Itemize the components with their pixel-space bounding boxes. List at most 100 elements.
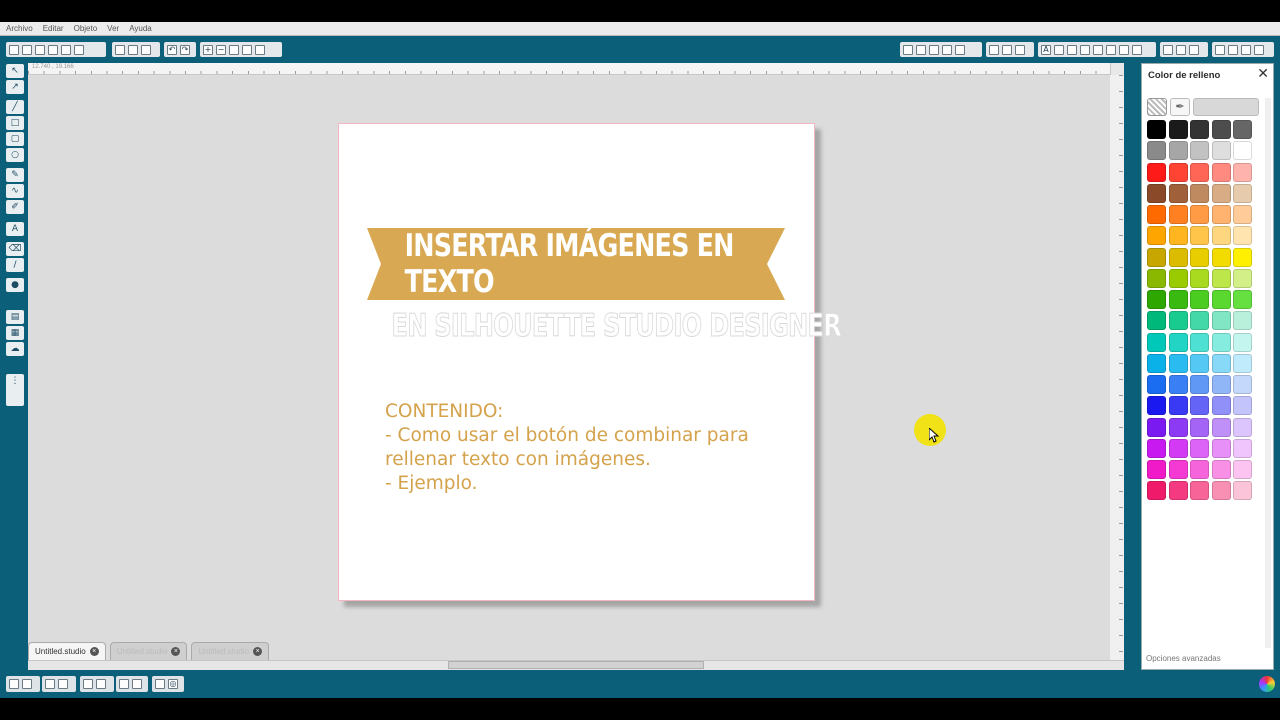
color-swatch[interactable] (1211, 332, 1231, 352)
make-compound-icon[interactable] (83, 679, 93, 689)
color-swatch[interactable] (1233, 162, 1252, 182)
color-swatch[interactable] (1211, 438, 1231, 458)
color-swatch[interactable] (1147, 353, 1166, 373)
send-to-cutter-icon[interactable] (1189, 44, 1199, 55)
color-swatch[interactable] (1168, 141, 1188, 161)
color-swatch[interactable] (1190, 183, 1209, 203)
stretch-icon[interactable] (1241, 44, 1251, 55)
transparent-swatch[interactable] (1147, 98, 1167, 116)
select-all-icon[interactable] (9, 679, 19, 689)
knife-icon[interactable] (1132, 44, 1142, 55)
release-compound-icon[interactable] (96, 679, 106, 689)
color-swatch[interactable] (1233, 290, 1252, 309)
fill-tool-icon[interactable]: ● (6, 278, 24, 292)
save-as-icon[interactable] (48, 44, 58, 55)
color-swatch[interactable] (1190, 417, 1209, 437)
rounded-rect-tool-icon[interactable]: ▢ (6, 132, 24, 146)
cloud-icon[interactable]: ☁ (6, 342, 24, 356)
save-icon[interactable] (35, 44, 45, 55)
color-swatch[interactable] (1233, 332, 1252, 352)
color-swatch[interactable] (1190, 481, 1209, 501)
weld-icon[interactable] (155, 679, 165, 689)
ungroup-icon[interactable] (58, 679, 68, 689)
color-swatch[interactable] (1147, 396, 1166, 416)
color-swatch[interactable] (1147, 247, 1166, 267)
fill-pattern-icon[interactable] (1015, 44, 1025, 55)
open-folder-icon[interactable] (22, 44, 32, 55)
eyedropper-icon[interactable]: ✒ (1170, 98, 1190, 116)
close-tab-icon[interactable]: × (89, 647, 99, 656)
offset-icon[interactable] (1093, 44, 1103, 55)
target-icon[interactable]: ◎ (168, 679, 178, 689)
menu-ayuda[interactable]: Ayuda (129, 24, 152, 33)
zoom-select-icon[interactable] (229, 44, 239, 55)
library-panel-icon[interactable]: ▤ (6, 310, 24, 324)
fill-color-icon[interactable] (942, 44, 952, 55)
duplicate-icon[interactable] (119, 679, 129, 689)
document-tab[interactable]: Untitled.studio × (28, 642, 106, 660)
color-swatch[interactable] (1168, 290, 1188, 309)
group-icon[interactable] (45, 679, 55, 689)
line-tool-icon[interactable]: ╱ (6, 100, 24, 114)
color-swatch[interactable] (1190, 290, 1209, 309)
color-swatch[interactable] (1211, 268, 1231, 288)
modify-icon[interactable] (1080, 44, 1090, 55)
print-icon[interactable] (61, 44, 71, 55)
color-swatch[interactable] (1233, 460, 1252, 479)
sketch-icon[interactable] (1119, 44, 1129, 55)
color-swatch[interactable] (1147, 268, 1166, 288)
color-swatch[interactable] (1147, 226, 1166, 246)
registration-icon[interactable] (929, 44, 939, 55)
color-swatch[interactable] (1168, 162, 1188, 182)
online-store-icon[interactable]: ▦ (6, 326, 24, 340)
color-swatch[interactable] (1168, 353, 1188, 373)
cut-icon[interactable] (141, 44, 151, 55)
close-tab-icon[interactable]: × (253, 647, 263, 656)
color-swatch[interactable] (1233, 438, 1252, 458)
color-swatch[interactable] (1190, 438, 1209, 458)
edit-points-icon[interactable]: ↗ (6, 80, 24, 94)
color-swatch[interactable] (1190, 353, 1209, 373)
zoom-in-icon[interactable]: + (203, 44, 213, 55)
color-swatch[interactable] (1168, 120, 1188, 139)
document-tab[interactable]: Untitled.studio × (191, 642, 270, 660)
freehand-tool-icon[interactable]: ✐ (6, 200, 24, 214)
horizontal-scroll-thumb[interactable] (448, 661, 704, 669)
color-swatch[interactable] (1190, 226, 1209, 246)
layers-icon[interactable] (1254, 44, 1264, 55)
line-color-icon[interactable] (955, 44, 965, 55)
zoom-out-icon[interactable]: − (216, 44, 226, 55)
menu-archivo[interactable]: Archivo (6, 24, 33, 33)
color-swatch[interactable] (1211, 353, 1231, 373)
color-swatch[interactable] (1168, 205, 1188, 224)
text-style-icon[interactable]: A (1041, 44, 1051, 55)
trace-icon[interactable] (1106, 44, 1116, 55)
color-swatch[interactable] (1190, 247, 1209, 267)
panel-toggle-icon[interactable] (1215, 44, 1225, 55)
color-swatch[interactable] (1233, 353, 1252, 373)
color-swatch[interactable] (1147, 205, 1166, 224)
color-swatch[interactable] (1211, 290, 1231, 309)
content-text-block[interactable]: CONTENIDO: - Como usar el botón de combi… (385, 400, 805, 496)
color-swatch[interactable] (1147, 141, 1166, 161)
redo-icon[interactable]: ↷ (180, 44, 190, 55)
transform-icon[interactable] (1054, 44, 1064, 55)
color-swatch[interactable] (1233, 226, 1252, 246)
color-swatch[interactable] (1147, 311, 1166, 331)
color-swatch[interactable] (1147, 162, 1166, 182)
color-swatch[interactable] (1147, 481, 1166, 501)
color-swatch[interactable] (1147, 120, 1166, 139)
color-swatch[interactable] (1211, 162, 1231, 182)
advanced-options-link[interactable]: Opciones avanzadas (1146, 654, 1221, 663)
color-swatch[interactable] (1211, 226, 1231, 246)
color-swatch[interactable] (1211, 375, 1231, 394)
deselect-icon[interactable] (22, 679, 32, 689)
color-swatch[interactable] (1168, 183, 1188, 203)
polygon-tool-icon[interactable]: ✎ (6, 168, 24, 182)
print-cut-icon[interactable] (74, 44, 84, 55)
store-icon[interactable] (1176, 44, 1186, 55)
color-swatch[interactable] (1233, 183, 1252, 203)
color-swatch[interactable] (1147, 332, 1166, 352)
color-swatch[interactable] (1168, 460, 1188, 479)
color-swatch[interactable] (1233, 417, 1252, 437)
